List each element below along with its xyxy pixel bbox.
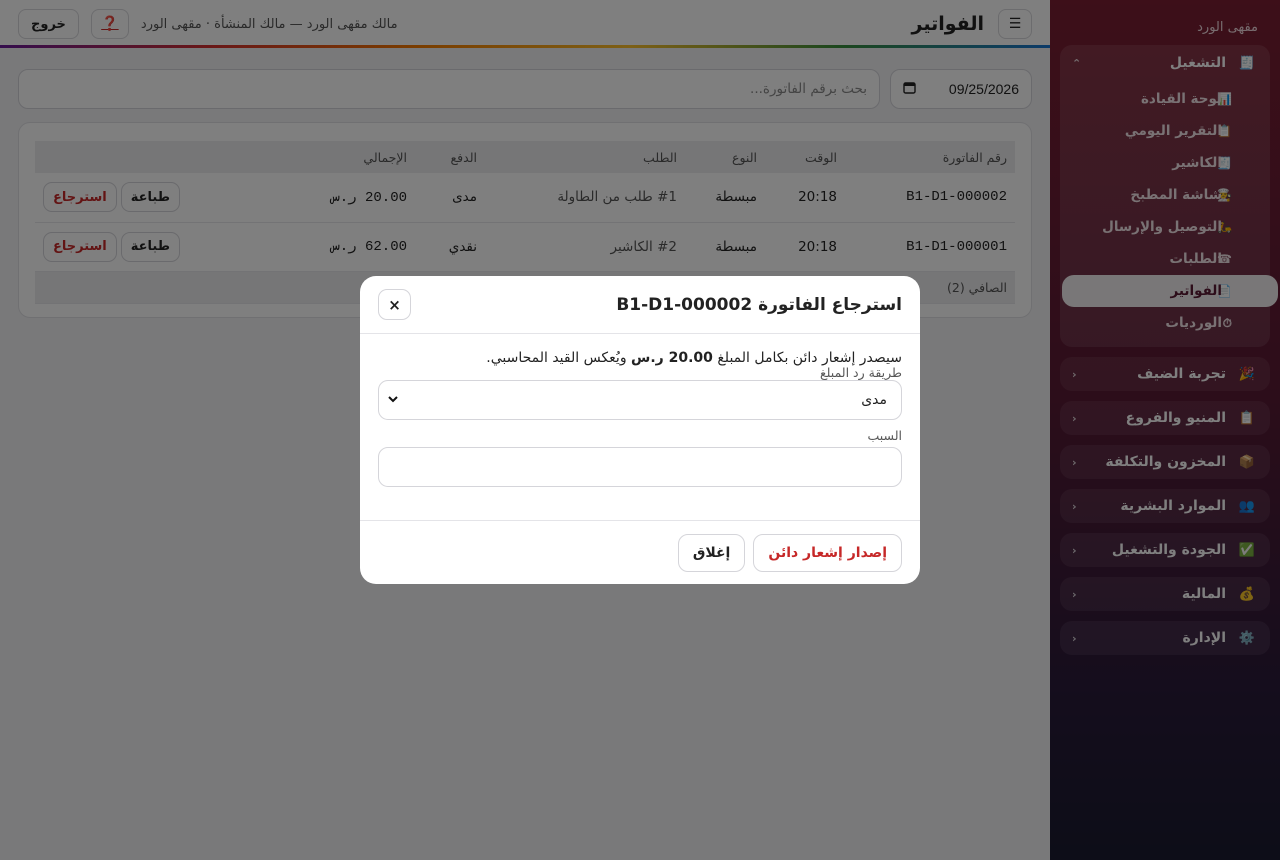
refund-amount: 20.00 ر.س — [631, 350, 713, 366]
modal-title: استرجاع الفاتورة B1-D1-000002 — [616, 294, 902, 315]
close-icon: × — [388, 295, 401, 314]
refund-method-label: طريقة رد المبلغ — [820, 365, 902, 380]
modal-header: استرجاع الفاتورة B1-D1-000002 × — [360, 276, 920, 334]
refund-method-value: مدى — [861, 392, 887, 408]
refund-message: سيصدر إشعار دائن بكامل المبلغ 20.00 ر.س … — [378, 350, 902, 366]
modal-close-text-button[interactable]: إغلاق — [677, 533, 746, 572]
reason-label: السبب — [867, 428, 902, 443]
message-text: ويُعكس القيد المحاسبي. — [486, 350, 632, 366]
issue-credit-note-button[interactable]: إصدار إشعار دائن — [753, 533, 902, 572]
modal-body: سيصدر إشعار دائن بكامل المبلغ 20.00 ر.س … — [360, 334, 920, 521]
reason-input[interactable] — [378, 447, 902, 487]
modal-close-button[interactable]: × — [378, 289, 411, 320]
chevron-down-icon — [387, 392, 399, 408]
message-text: سيصدر إشعار دائن بكامل المبلغ — [712, 350, 902, 366]
modal-footer: إصدار إشعار دائن إغلاق — [360, 521, 920, 584]
refund-modal: استرجاع الفاتورة B1-D1-000002 × سيصدر إش… — [360, 276, 920, 584]
refund-method-select[interactable]: مدى — [378, 380, 902, 420]
